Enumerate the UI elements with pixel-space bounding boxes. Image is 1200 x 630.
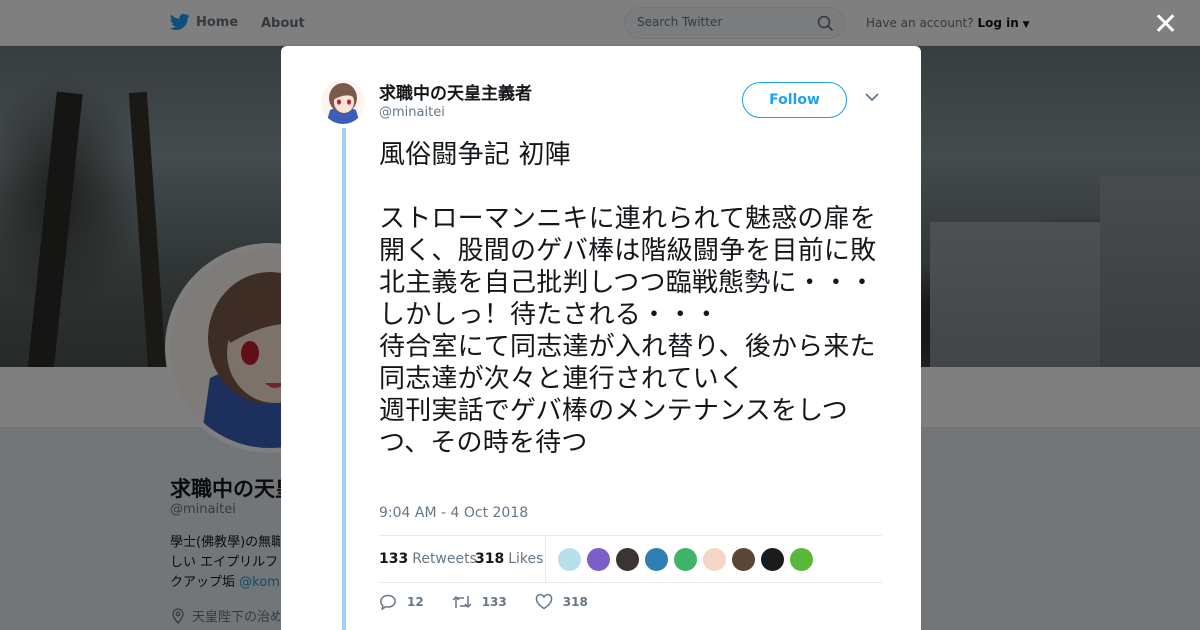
anime-avatar-image xyxy=(321,80,365,124)
tweet-author-avatar[interactable] xyxy=(321,80,365,124)
liker-avatar[interactable] xyxy=(789,547,814,572)
stats-divider xyxy=(545,536,546,582)
reply-count: 12 xyxy=(407,595,424,609)
retweet-action-count: 133 xyxy=(481,595,507,609)
retweet-button[interactable]: 133 xyxy=(452,594,507,610)
follow-button[interactable]: Follow xyxy=(742,82,847,118)
tweet-author-name[interactable]: 求職中の天皇主義者 xyxy=(379,79,532,104)
tweet-stats: 133 Retweets 318 Likes xyxy=(379,535,882,583)
like-action-count: 318 xyxy=(562,595,588,609)
liker-avatar[interactable] xyxy=(615,547,640,572)
liker-avatars xyxy=(557,547,818,572)
tweet-modal: 求職中の天皇主義者 @minaitei Follow 風俗闘争記 初陣 ストロー… xyxy=(281,46,921,630)
tweet-author-handle[interactable]: @minaitei xyxy=(379,105,445,120)
retweet-icon xyxy=(452,595,472,609)
tweet-text: 風俗闘争記 初陣 ストローマンニキに連れられて魅惑の扉を開く、股間のゲバ棒は階級… xyxy=(379,140,877,458)
close-icon[interactable]: ✕ xyxy=(1153,10,1178,40)
tweet-actions: 12 133 318 xyxy=(379,594,616,610)
likes-label: Likes xyxy=(508,551,544,567)
retweets-stat[interactable]: 133 Retweets xyxy=(379,551,477,567)
liker-avatar[interactable] xyxy=(586,547,611,572)
liker-avatar[interactable] xyxy=(760,547,785,572)
reply-button[interactable]: 12 xyxy=(379,594,424,610)
likes-stat[interactable]: 318 Likes xyxy=(475,551,543,567)
liker-avatar[interactable] xyxy=(731,547,756,572)
liker-avatar[interactable] xyxy=(673,547,698,572)
tweet-timestamp[interactable]: 9:04 AM - 4 Oct 2018 xyxy=(379,505,528,521)
chevron-down-icon[interactable] xyxy=(865,92,879,102)
liker-avatar[interactable] xyxy=(557,547,582,572)
liker-avatar[interactable] xyxy=(644,547,669,572)
retweets-label: Retweets xyxy=(412,551,477,567)
thread-line xyxy=(342,128,346,630)
heart-icon xyxy=(535,594,553,610)
reply-icon xyxy=(380,594,396,610)
retweets-count: 133 xyxy=(379,551,409,567)
liker-avatar[interactable] xyxy=(702,547,727,572)
like-button[interactable]: 318 xyxy=(535,594,588,610)
likes-count: 318 xyxy=(475,551,505,567)
